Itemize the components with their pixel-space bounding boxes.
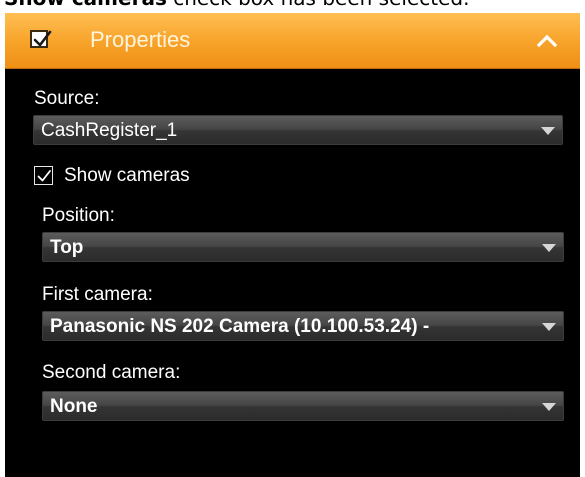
chevron-down-icon: [542, 244, 556, 252]
chevron-down-icon: [542, 403, 556, 411]
source-value: CashRegister_1: [41, 120, 178, 141]
first-camera-dropdown[interactable]: Panasonic NS 202 Camera (10.100.53.24) -: [42, 311, 564, 341]
chevron-up-icon: [536, 34, 558, 48]
source-label: Source:: [34, 88, 100, 109]
panel-bottom: [5, 471, 580, 477]
checkmark-icon: [33, 30, 52, 47]
first-camera-label: First camera:: [42, 284, 153, 305]
chevron-down-icon: [542, 323, 556, 331]
show-cameras-checkbox[interactable]: [34, 166, 53, 185]
header-checkbox[interactable]: [30, 30, 52, 48]
properties-panel: Properties Source: CashRegister_1 Show c…: [5, 13, 580, 477]
position-dropdown[interactable]: Top: [42, 232, 564, 262]
show-cameras-label[interactable]: Show cameras: [64, 165, 190, 187]
second-camera-dropdown[interactable]: None: [42, 391, 564, 421]
position-label: Position:: [42, 205, 115, 226]
first-camera-value: Panasonic NS 202 Camera (10.100.53.24) -: [50, 316, 430, 337]
second-camera-label: Second camera:: [42, 362, 181, 383]
second-camera-value: None: [50, 396, 98, 417]
panel-header[interactable]: Properties: [5, 13, 580, 69]
checkmark-icon: [37, 170, 51, 182]
collapse-button[interactable]: [534, 29, 560, 53]
position-value: Top: [50, 237, 84, 258]
panel-title: Properties: [90, 27, 191, 52]
caption-rest: check box has been selected.: [167, 0, 469, 8]
chevron-down-icon: [541, 127, 555, 135]
source-dropdown[interactable]: CashRegister_1: [33, 115, 563, 145]
caption-text: Show cameras check box has been selected…: [0, 0, 585, 8]
caption-bold: Show cameras: [4, 0, 167, 8]
